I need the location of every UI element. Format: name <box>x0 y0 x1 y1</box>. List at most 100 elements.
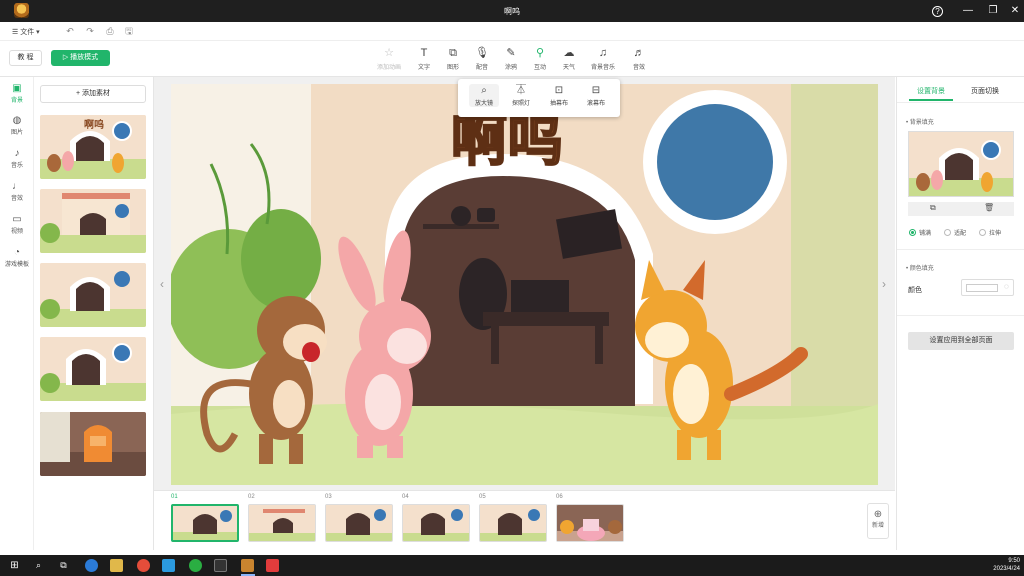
image-icon: ◍ <box>12 115 22 126</box>
tool-interact[interactable]: ⚲ 互动 <box>525 45 555 71</box>
curtain-roll-icon: ⊟ <box>591 85 601 96</box>
asset-thumbnail[interactable] <box>40 189 146 253</box>
color-picker[interactable]: ◌ <box>961 279 1014 296</box>
radio-label: 铺满 <box>919 231 932 237</box>
asset-thumbnail[interactable] <box>40 412 146 476</box>
page-preview <box>402 504 470 542</box>
radio-label: 拉伸 <box>989 231 1002 237</box>
active-tab-indicator <box>909 99 953 101</box>
delete-icon[interactable]: 🗑 <box>984 203 994 212</box>
fill-mode-fit[interactable]: 适配 <box>944 228 966 237</box>
preview-tools: ⧉ 🗑 <box>908 202 1014 216</box>
maximize-button[interactable]: ❐ <box>986 4 1000 18</box>
fill-mode-cover[interactable]: 铺满 <box>909 228 931 237</box>
eyedropper-icon[interactable]: ◌ <box>1004 282 1009 291</box>
save-icon[interactable]: 🖫 <box>123 26 135 37</box>
tool-voiceover[interactable]: 🎙 配音 <box>467 45 497 71</box>
add-page-button[interactable]: ⊕ 新增 <box>867 503 889 539</box>
page-thumbnail[interactable]: 06 <box>556 494 626 542</box>
window-title: 啊呜 <box>504 7 520 16</box>
undo-icon[interactable]: ↶ <box>64 26 76 37</box>
music-icon: ♫ <box>598 47 608 59</box>
interact-popup: ⌕ 放大镜 ⏄ 探照灯 ⊡ 抽幕布 ⊟ 滚幕布 <box>458 79 620 117</box>
page-thumbnail[interactable]: 05 <box>479 494 549 542</box>
properties-panel: 设置背景 页面切换 • 背景填充 ⧉ 🗑 铺满 适配 拉伸 • 颜色填充 颜色 … <box>896 77 1024 550</box>
tutorial-button[interactable]: 教 程 <box>9 50 42 66</box>
section-color-fill: • 颜色填充 <box>906 266 934 272</box>
page-preview <box>171 504 239 542</box>
tool-shape[interactable]: ⧉ 图形 <box>438 45 468 71</box>
windows-start-icon[interactable]: ⊞ <box>8 559 21 572</box>
replace-image-icon[interactable]: ⧉ <box>930 203 936 213</box>
tool-weather[interactable]: ☁ 天气 <box>554 45 584 71</box>
background-preview[interactable] <box>908 131 1014 197</box>
redo-icon[interactable]: ↷ <box>84 26 96 37</box>
tool-label: 文字 <box>417 65 430 71</box>
plus-circle-icon: ⊕ <box>873 509 883 520</box>
audio-icon: ♩ <box>12 181 22 192</box>
apply-to-all-pages-button[interactable]: 设置应用到全部页面 <box>908 332 1014 350</box>
minimize-button[interactable]: — <box>961 4 975 18</box>
popup-item-spotlight[interactable]: ⏄ 探照灯 <box>506 84 536 107</box>
page-number: 04 <box>402 494 409 500</box>
sidebar-item-video[interactable]: ▭ 视频 <box>0 214 34 235</box>
add-asset-button[interactable]: + 添加素材 <box>40 85 146 103</box>
tool-label: 天气 <box>562 65 575 71</box>
next-page-arrow-icon[interactable]: › <box>882 277 886 291</box>
page-preview <box>556 504 624 542</box>
fill-mode-stretch[interactable]: 拉伸 <box>979 228 1001 237</box>
file-explorer-icon[interactable] <box>110 559 123 572</box>
video-icon: ▭ <box>12 214 22 225</box>
curtain-pull-icon: ⊡ <box>554 85 564 96</box>
export-icon[interactable]: ⎙ <box>104 26 116 37</box>
page-thumbnail[interactable]: 03 <box>325 494 395 542</box>
tool-doodle[interactable]: ✎ 涂鸦 <box>496 45 526 71</box>
page-preview <box>325 504 393 542</box>
page-thumbnail[interactable]: 01 <box>171 494 241 542</box>
edge-icon[interactable] <box>85 559 98 572</box>
sidebar-item-image[interactable]: ◍ 图片 <box>0 115 34 136</box>
popup-item-curtain-roll[interactable]: ⊟ 滚幕布 <box>581 84 611 107</box>
tool-label: 涂鸦 <box>504 65 517 71</box>
wechat-icon[interactable] <box>189 559 202 572</box>
tab-page-transition[interactable]: 页面切换 <box>971 86 999 96</box>
tool-add-animation[interactable]: ☆ 添加动画 <box>374 45 404 71</box>
asset-thumbnail[interactable] <box>40 337 146 401</box>
sidebar-item-music[interactable]: ♪ 音乐 <box>0 148 34 169</box>
help-icon[interactable]: ? <box>932 6 943 17</box>
popup-item-label: 探照灯 <box>511 101 530 107</box>
sidebar-item-background[interactable]: ▣ 背景 <box>0 83 34 104</box>
tool-bg-music[interactable]: ♫ 背景音乐 <box>588 45 618 71</box>
tool-sound-effect[interactable]: ♬ 音效 <box>624 45 654 71</box>
asset-thumbnail[interactable] <box>40 263 146 327</box>
tool-label: 图形 <box>446 65 459 71</box>
text-icon: T <box>420 47 428 59</box>
sidebar-item-label: 游戏模板 <box>4 262 29 268</box>
left-category-strip: ▣ 背景 ◍ 图片 ♪ 音乐 ♩ 音效 ▭ 视频 ◔ 游戏模板 <box>0 77 34 550</box>
close-button[interactable]: ✕ <box>1008 4 1022 18</box>
page-thumbnail[interactable]: 04 <box>402 494 472 542</box>
tool-label: 添加动画 <box>376 65 401 71</box>
app-icon[interactable] <box>162 559 175 572</box>
recorder-icon[interactable] <box>266 559 279 572</box>
popup-item-curtain-pull[interactable]: ⊡ 抽幕布 <box>544 84 574 107</box>
play-mode-button[interactable]: ▷ 播放模式 <box>51 50 110 66</box>
page-thumbnail[interactable]: 02 <box>248 494 318 542</box>
sidebar-item-audio[interactable]: ♩ 音效 <box>0 181 34 202</box>
capcut-icon[interactable] <box>214 559 227 572</box>
chrome-icon[interactable] <box>137 559 150 572</box>
courseware-app-icon[interactable] <box>241 559 254 572</box>
task-view-icon[interactable]: ⧉ <box>57 559 70 572</box>
search-icon[interactable]: ⌕ <box>32 559 45 572</box>
tool-text[interactable]: T 文字 <box>409 45 439 71</box>
scene-canvas[interactable]: 啊呜 <box>171 84 878 485</box>
sidebar-item-game-template[interactable]: ◔ 游戏模板 <box>0 247 34 268</box>
radio-dot <box>979 229 986 236</box>
sound-effect-icon: ♬ <box>633 47 645 59</box>
popup-item-magnifier[interactable]: ⌕ 放大镜 <box>469 84 499 107</box>
asset-thumbnail[interactable]: 啊呜 <box>40 115 146 179</box>
file-menu[interactable]: ☰ 文件 ▾ <box>12 27 40 37</box>
radio-dot <box>944 229 951 236</box>
prev-page-arrow-icon[interactable]: ‹ <box>160 277 164 291</box>
tab-set-background[interactable]: 设置背景 <box>917 86 945 96</box>
